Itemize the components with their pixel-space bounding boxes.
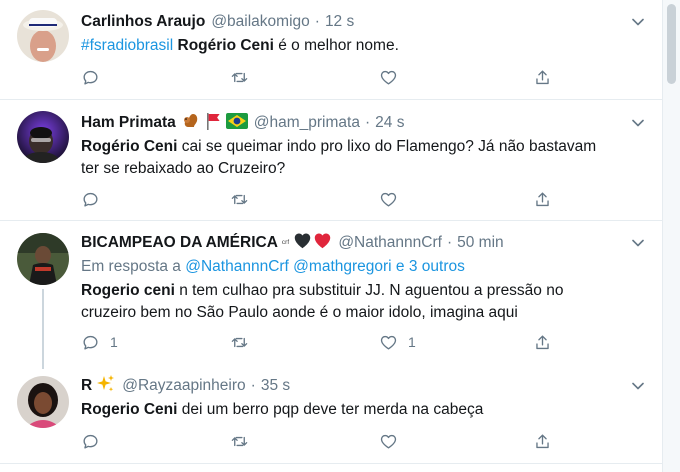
share-button[interactable]	[533, 332, 552, 352]
highlighted-term: Rogerio ceni	[81, 282, 175, 299]
scrollbar[interactable]	[662, 0, 680, 472]
heart-icon	[379, 432, 398, 451]
highlighted-term: Rogério Ceni	[81, 138, 178, 155]
share-button[interactable]	[533, 67, 552, 87]
retweet-button[interactable]	[230, 189, 259, 209]
sparkles-emoji	[96, 374, 116, 399]
tweet-header: Carlinhos Araujo @bailakomigo · 12 s	[81, 11, 354, 33]
reply-icon	[81, 190, 100, 209]
tweet-header: R @Rayzaapinheiro · 35 s	[81, 374, 290, 399]
black-heart-emoji	[293, 232, 312, 254]
share-icon	[533, 333, 552, 352]
chevron-down-icon[interactable]	[630, 14, 646, 30]
avatar[interactable]	[17, 10, 69, 62]
tweet-text-rest: cai se queimar indo pro lixo do Flamengo…	[177, 138, 597, 155]
scroll-thumb[interactable]	[667, 4, 676, 84]
tweet-text: Rogerio ceni n tem culhao pra substituir…	[81, 280, 646, 324]
reply-prefix: Em resposta a	[81, 258, 181, 275]
reply-mentions[interactable]: @NathannnCrf @mathgregori e 3 outros	[185, 258, 465, 275]
user-handle[interactable]: @ham_primata	[254, 114, 360, 132]
chevron-down-icon[interactable]	[630, 235, 646, 251]
share-button[interactable]	[533, 189, 552, 209]
squirrel-emoji	[180, 111, 200, 136]
retweet-button[interactable]	[230, 67, 259, 87]
brazil-flag-emoji	[225, 112, 248, 134]
separator-dot: ·	[364, 114, 371, 131]
user-handle[interactable]: @NathannnCrf	[338, 234, 442, 252]
retweet-icon	[230, 333, 249, 352]
timestamp[interactable]: 12 s	[325, 13, 354, 31]
share-icon	[533, 68, 552, 87]
reply-icon	[81, 333, 100, 352]
like-button[interactable]	[379, 189, 408, 209]
share-icon	[533, 190, 552, 209]
retweet-icon	[230, 432, 249, 451]
user-handle[interactable]: @Rayzaapinheiro	[122, 377, 245, 395]
reply-count: 1	[110, 334, 118, 350]
tweet-text: Rogério Ceni cai se queimar indo pro lix…	[81, 136, 646, 180]
tweet-text: Rogerio Ceni dei um berro pqp deve ter m…	[81, 399, 646, 421]
display-name[interactable]: Carlinhos Araujo	[81, 13, 205, 31]
hashtag-link[interactable]: #fsradiobrasil	[81, 37, 173, 54]
user-handle[interactable]: @bailakomigo	[211, 13, 309, 31]
highlighted-term: Rogerio Ceni	[81, 401, 178, 418]
share-button[interactable]	[533, 431, 552, 451]
reply-button[interactable]	[81, 189, 110, 209]
red-flag-emoji	[204, 111, 222, 136]
like-count: 1	[408, 334, 416, 350]
like-button[interactable]	[379, 67, 408, 87]
tweet-header: BICAMPEAO DA AMÉRICA ᶜʳᶠ @NathannnCrf · …	[81, 232, 504, 254]
tweet-actions	[81, 189, 551, 209]
tweet-text-rest: cruzeiro bem no São Paulo aonde é o maio…	[81, 304, 518, 321]
retweet-icon	[230, 190, 249, 209]
tweet-text: #fsradiobrasil Rogério Ceni é o melhor n…	[81, 35, 646, 57]
tweet-header: Ham Primata @ham_primata · 24 s	[81, 112, 404, 134]
tweet-actions: 1 1	[81, 332, 551, 352]
display-name[interactable]: BICAMPEAO DA AMÉRICA	[81, 234, 278, 252]
tweet-text-rest: dei um berro pqp deve ter merda na cabeç…	[177, 401, 484, 418]
like-button[interactable]	[379, 431, 408, 451]
reply-context: Em resposta a @NathannnCrf @mathgregori …	[81, 258, 465, 276]
name-suffix: ᶜʳᶠ	[281, 238, 290, 248]
display-name[interactable]: Ham Primata	[81, 114, 176, 132]
highlighted-term: Rogério Ceni	[177, 37, 274, 54]
retweet-button[interactable]	[230, 332, 259, 352]
avatar[interactable]	[17, 111, 69, 163]
avatar[interactable]	[17, 233, 69, 285]
thread-line	[42, 289, 44, 369]
like-button[interactable]: 1	[379, 332, 416, 352]
reply-icon	[81, 68, 100, 87]
reply-button[interactable]	[81, 431, 110, 451]
separator-dot: ·	[446, 234, 453, 251]
heart-icon	[379, 190, 398, 209]
reply-button[interactable]: 1	[81, 332, 118, 352]
tweet-actions	[81, 431, 551, 451]
retweet-button[interactable]	[230, 431, 259, 451]
display-name[interactable]: R	[81, 377, 92, 395]
red-heart-emoji	[313, 232, 332, 254]
timeline-feed: Carlinhos Araujo @bailakomigo · 12 s #fs…	[0, 0, 662, 472]
tweet-actions	[81, 67, 551, 87]
avatar[interactable]	[17, 376, 69, 428]
timestamp[interactable]: 50 min	[457, 234, 504, 252]
heart-icon	[379, 333, 398, 352]
timestamp[interactable]: 35 s	[261, 377, 290, 395]
tweet-text-rest: n tem culhao pra substituir JJ. N aguent…	[174, 282, 564, 299]
timestamp[interactable]: 24 s	[375, 114, 404, 132]
separator-dot: ·	[250, 377, 256, 394]
heart-icon	[379, 68, 398, 87]
share-icon	[533, 432, 552, 451]
chevron-down-icon[interactable]	[630, 378, 646, 394]
tweet-text-rest: é o melhor nome.	[273, 37, 399, 54]
separator-dot: ·	[314, 13, 320, 30]
reply-icon	[81, 432, 100, 451]
tweet-text-rest: ter se rebaixado ao Cruzeiro?	[81, 160, 286, 177]
retweet-icon	[230, 68, 249, 87]
reply-button[interactable]	[81, 67, 110, 87]
chevron-down-icon[interactable]	[630, 115, 646, 131]
